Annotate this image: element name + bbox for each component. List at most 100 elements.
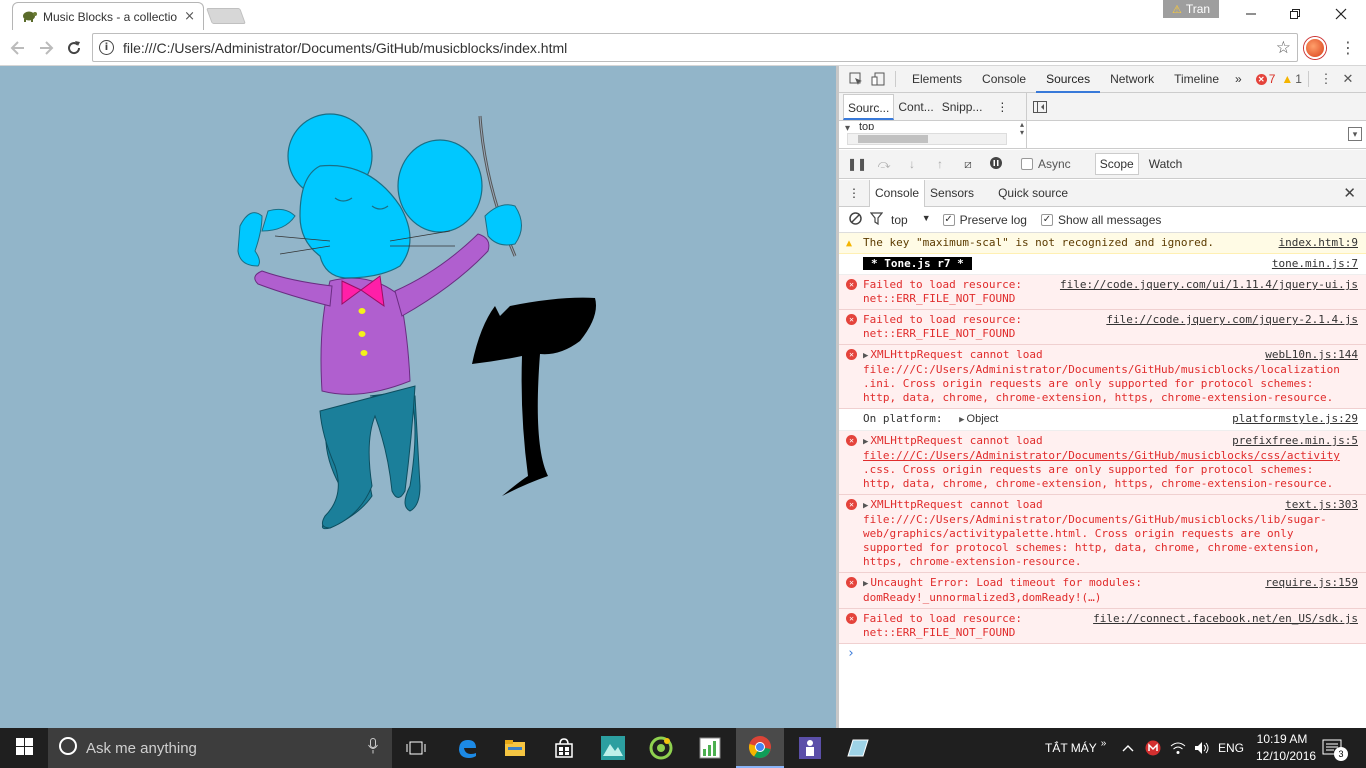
inspect-element-icon[interactable] xyxy=(845,68,867,90)
new-tab-button[interactable] xyxy=(206,8,246,24)
console-error[interactable]: ✕ require.js:159 ▶ Uncaught Error: Load t… xyxy=(839,573,1366,609)
back-arrow-icon[interactable] xyxy=(6,36,30,60)
device-mode-icon[interactable] xyxy=(867,68,889,90)
tab-sources[interactable]: Sources xyxy=(1036,66,1101,93)
more-tabs-icon[interactable]: » xyxy=(1229,66,1248,93)
show-hidden-icons[interactable] xyxy=(1122,728,1134,768)
address-bar[interactable]: i file:///C:/Users/Administrator/Documen… xyxy=(92,33,1298,62)
async-toggle[interactable]: Async xyxy=(1021,157,1071,171)
app-purple-icon[interactable] xyxy=(786,728,834,768)
expand-arrow-icon[interactable]: ▶ xyxy=(863,437,868,447)
start-button[interactable] xyxy=(0,728,48,768)
tab-timeline[interactable]: Timeline xyxy=(1164,66,1229,93)
action-center-icon[interactable]: 3 xyxy=(1322,728,1348,768)
step-into-icon[interactable]: ↓ xyxy=(903,157,921,171)
navigator-menu-icon[interactable]: ⋮ xyxy=(992,94,1012,120)
message-source-link[interactable]: index.html:9 xyxy=(1279,236,1358,250)
deactivate-breakpoints-icon[interactable]: ⧄ xyxy=(959,157,977,172)
system-clock[interactable]: 10:19 AM 12/10/2016 xyxy=(1256,731,1316,765)
bookmark-star-icon[interactable]: ☆ xyxy=(1276,38,1291,58)
object-preview[interactable]: Object xyxy=(967,413,999,425)
tab-console[interactable]: Console xyxy=(972,66,1036,93)
chrome-browser-icon[interactable] xyxy=(736,728,784,768)
drawer-tab-console[interactable]: Console xyxy=(869,179,926,207)
warning-counter[interactable]: ▲ 1 xyxy=(1281,72,1302,86)
app-green-circle-icon[interactable] xyxy=(637,728,685,768)
chrome-menu-icon[interactable]: ⋮ xyxy=(1340,38,1356,58)
task-view-icon[interactable] xyxy=(392,728,440,768)
drawer-close-icon[interactable]: ✕ xyxy=(1343,184,1356,202)
restore-icon[interactable] xyxy=(1285,4,1305,24)
subtab-content-scripts[interactable]: Cont... xyxy=(894,94,937,120)
tab-watch[interactable]: Watch xyxy=(1149,157,1183,171)
subtab-snippets[interactable]: Snipp... xyxy=(938,94,987,120)
show-all-checkbox[interactable]: ✓ xyxy=(1040,213,1053,226)
preserve-log-checkbox[interactable]: ✓ xyxy=(942,213,955,226)
message-source-link[interactable]: text.js:303 xyxy=(1285,498,1358,512)
expand-arrow-icon[interactable]: ▶ xyxy=(863,351,868,361)
forward-arrow-icon[interactable] xyxy=(34,36,58,60)
filter-icon[interactable] xyxy=(869,211,884,228)
drawer-menu-icon[interactable]: ⋮ xyxy=(839,180,869,207)
error-counter[interactable]: ✕ 7 xyxy=(1255,72,1275,86)
expand-arrow-icon[interactable]: ▶ xyxy=(959,415,964,425)
app-notepad-icon[interactable] xyxy=(834,728,882,768)
browser-tab[interactable]: Music Blocks - a collectio × xyxy=(12,2,204,30)
devtools-menu-icon[interactable]: ⋮ xyxy=(1315,68,1337,90)
reload-icon[interactable] xyxy=(62,36,86,60)
microphone-icon[interactable] xyxy=(368,738,378,757)
devtools-close-icon[interactable]: ✕ xyxy=(1337,68,1359,90)
url-text[interactable]: file:///C:/Users/Administrator/Documents… xyxy=(123,40,1276,56)
step-over-icon[interactable]: ⤼ xyxy=(875,157,893,172)
tab-network[interactable]: Network xyxy=(1100,66,1164,93)
console-error[interactable]: ✕ webL10n.js:144 ▶ XMLHttpRequest cannot … xyxy=(839,345,1366,409)
tab-scope[interactable]: Scope xyxy=(1094,153,1139,175)
tab-close-icon[interactable]: × xyxy=(184,9,195,24)
info-icon[interactable]: i xyxy=(99,40,114,55)
message-source-link[interactable]: webL10n.js:144 xyxy=(1265,348,1358,362)
extension-icon[interactable] xyxy=(1304,37,1326,59)
antivirus-tray-icon[interactable] xyxy=(1145,728,1161,768)
message-source-link[interactable]: require.js:159 xyxy=(1265,576,1358,590)
close-window-icon[interactable] xyxy=(1331,4,1351,24)
volume-icon[interactable] xyxy=(1194,728,1210,768)
step-out-icon[interactable]: ↑ xyxy=(931,157,949,171)
pause-icon[interactable]: ❚❚ xyxy=(847,157,867,171)
message-source-link[interactable]: file://connect.facebook.net/en_US/sdk.js xyxy=(1093,612,1358,626)
minimize-icon[interactable] xyxy=(1241,4,1261,24)
preserve-log-option[interactable]: ✓ Preserve log xyxy=(942,213,1027,227)
clear-console-icon[interactable] xyxy=(849,211,862,228)
message-source-link[interactable]: file://code.jquery.com/ui/1.11.4/jquery-… xyxy=(1060,278,1358,292)
store-icon[interactable] xyxy=(540,728,588,768)
drawer-tab-sensors[interactable]: Sensors xyxy=(925,180,979,207)
cortana-search-box[interactable]: Ask me anything xyxy=(48,728,392,768)
context-selector[interactable]: top ▼ xyxy=(891,213,931,227)
message-source-link[interactable]: platformstyle.js:29 xyxy=(1232,412,1358,426)
file-explorer-icon[interactable] xyxy=(491,728,539,768)
expand-arrow-icon[interactable]: ▶ xyxy=(863,501,868,511)
subtab-sources[interactable]: Sourc... xyxy=(843,93,895,120)
message-source-link[interactable]: prefixfree.min.js:5 xyxy=(1232,434,1358,448)
scroll-arrows-icon[interactable]: ▴ ▾ xyxy=(1020,121,1024,137)
console-prompt-line[interactable]: › xyxy=(839,644,1366,666)
message-source-link[interactable]: file://code.jquery.com/jquery-2.1.4.js xyxy=(1106,313,1358,327)
expand-arrow-icon[interactable]: ▶ xyxy=(863,579,868,589)
async-checkbox[interactable] xyxy=(1021,158,1033,170)
message-source-link[interactable]: tone.min.js:7 xyxy=(1272,257,1358,271)
console-error[interactable]: ✕ text.js:303 ▶ XMLHttpRequest cannot loa… xyxy=(839,495,1366,573)
input-language[interactable]: ENG xyxy=(1218,728,1244,768)
console-error[interactable]: ✕ prefixfree.min.js:5 ▶ XMLHttpRequest ca… xyxy=(839,431,1366,495)
profile-badge[interactable]: ⚠ Tran xyxy=(1163,0,1219,18)
tab-elements[interactable]: Elements xyxy=(902,66,972,93)
navigator-scrollbar[interactable] xyxy=(847,133,1007,145)
tray-label[interactable]: TẮT MÁY » xyxy=(1045,728,1106,768)
app-landscape-icon[interactable] xyxy=(589,728,637,768)
show-all-option[interactable]: ✓ Show all messages xyxy=(1040,213,1161,227)
message-link-line[interactable]: file:///C:/Users/Administrator/Documents… xyxy=(863,449,1344,463)
nav-top-item[interactable]: top xyxy=(859,121,874,130)
edge-browser-icon[interactable] xyxy=(443,728,491,768)
pause-on-exceptions-icon[interactable] xyxy=(987,156,1005,173)
drawer-tab-quick-source[interactable]: Quick source xyxy=(993,180,1073,207)
toggle-navigator-icon[interactable] xyxy=(1029,96,1051,118)
wifi-icon[interactable] xyxy=(1170,728,1186,768)
